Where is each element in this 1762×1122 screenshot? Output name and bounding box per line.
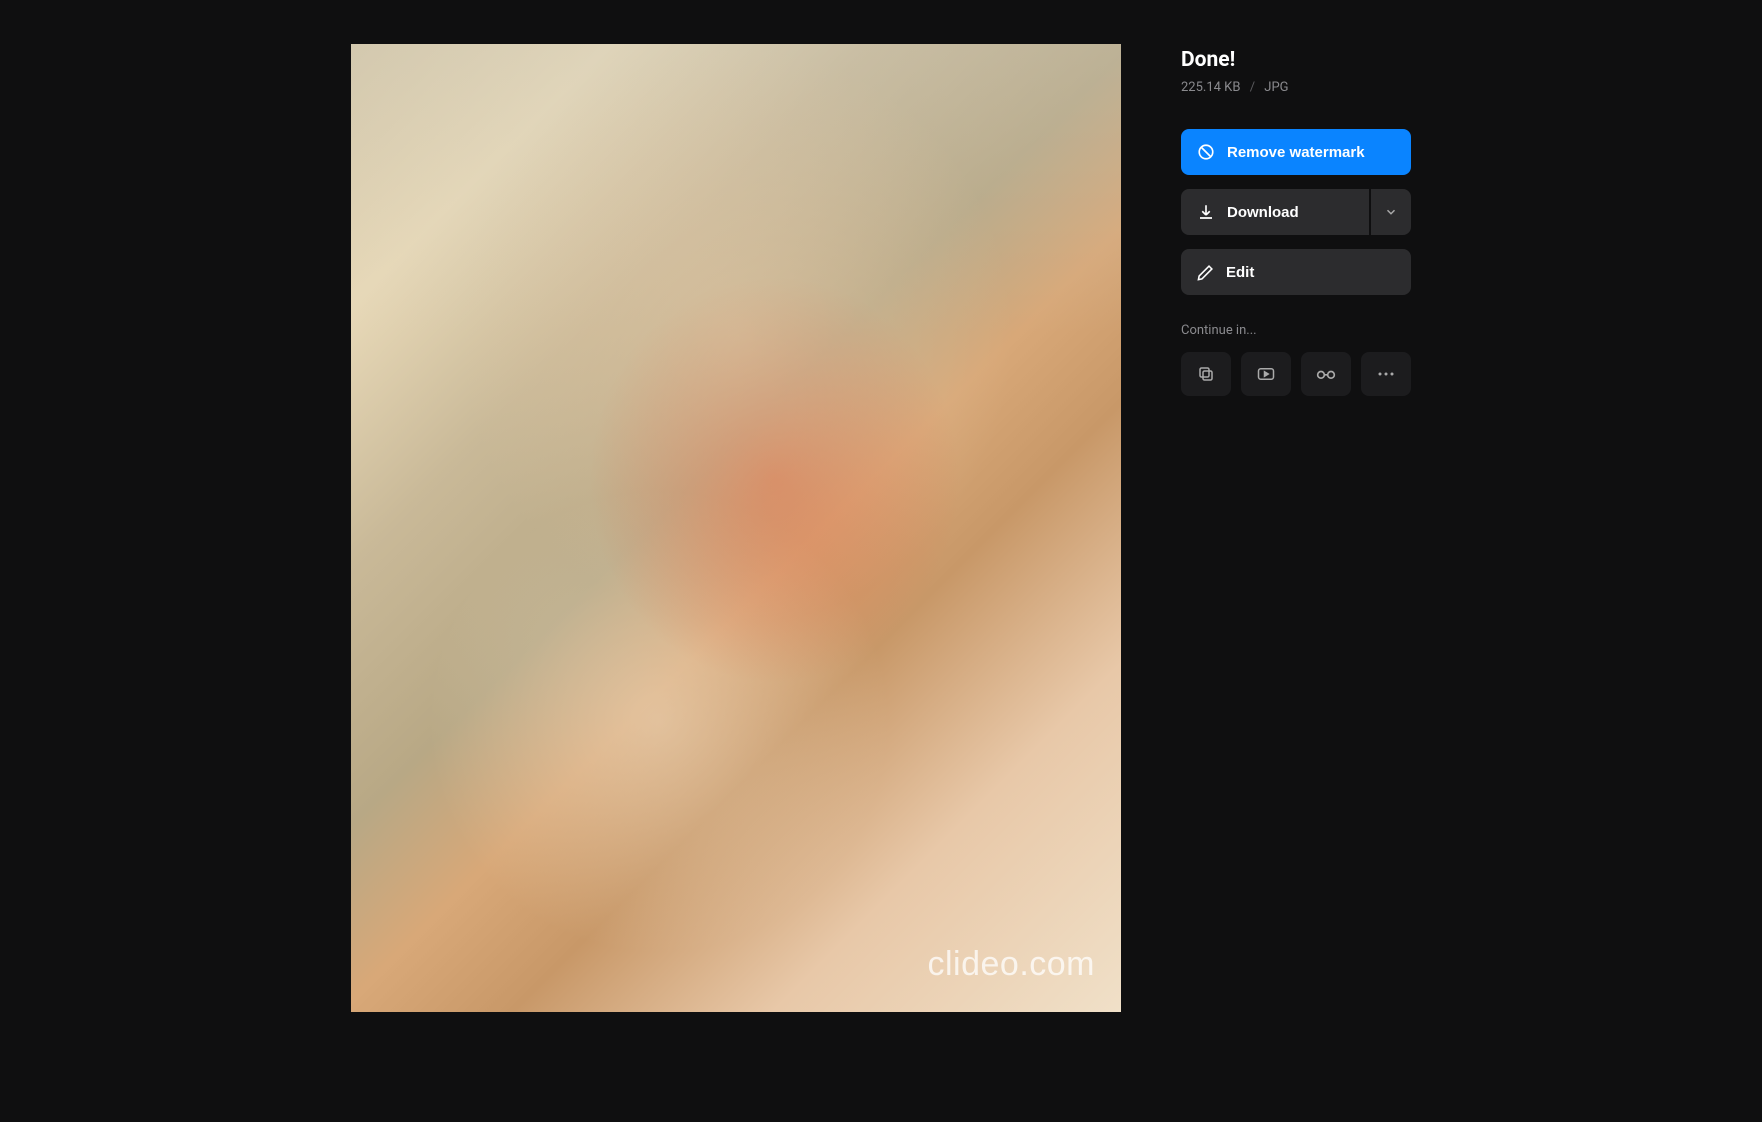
sidebar: Done! 225.14 KB / JPG Remove watermark <box>1181 44 1411 1012</box>
continue-label: Continue in... <box>1181 323 1411 338</box>
status-title: Done! <box>1181 48 1411 72</box>
continue-more-button[interactable] <box>1361 352 1411 396</box>
image-preview: clideo.com <box>351 44 1121 1012</box>
pencil-icon <box>1197 264 1214 281</box>
preview-content <box>351 44 1121 1012</box>
continue-layers-button[interactable] <box>1181 352 1231 396</box>
edit-button[interactable]: Edit <box>1181 249 1411 295</box>
meta-separator: / <box>1250 80 1255 95</box>
continue-video-button[interactable] <box>1241 352 1291 396</box>
no-symbol-icon <box>1197 143 1215 161</box>
layers-icon <box>1197 365 1215 383</box>
download-label: Download <box>1227 204 1299 221</box>
file-size: 225.14 KB <box>1181 80 1240 95</box>
download-button[interactable]: Download <box>1181 189 1369 235</box>
video-icon <box>1256 365 1276 383</box>
more-icon <box>1377 371 1395 377</box>
edit-label: Edit <box>1226 264 1254 281</box>
download-icon <box>1197 203 1215 221</box>
file-format: JPG <box>1264 80 1288 95</box>
continue-glasses-button[interactable] <box>1301 352 1351 396</box>
download-dropdown-button[interactable] <box>1371 189 1411 235</box>
remove-watermark-button[interactable]: Remove watermark <box>1181 129 1411 175</box>
file-meta: 225.14 KB / JPG <box>1181 80 1411 95</box>
glasses-icon <box>1316 368 1336 380</box>
continue-options <box>1181 352 1411 396</box>
chevron-down-icon <box>1384 205 1398 219</box>
watermark-text: clideo.com <box>927 945 1095 984</box>
remove-watermark-label: Remove watermark <box>1227 144 1365 161</box>
